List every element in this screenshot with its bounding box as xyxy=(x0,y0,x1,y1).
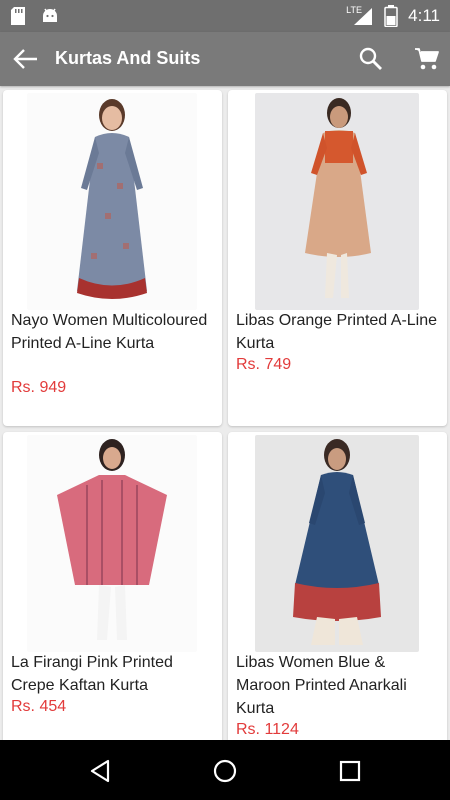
back-nav-icon[interactable] xyxy=(86,757,114,785)
product-card[interactable]: La Firangi Pink Printed Crepe Kaftan Kur… xyxy=(3,432,222,740)
product-name[interactable]: Libas Women Blue & Maroon Printed Anarka… xyxy=(236,651,439,720)
page-title: Kurtas And Suits xyxy=(55,48,201,68)
back-arrow-icon[interactable] xyxy=(12,45,40,73)
sd-card-icon xyxy=(11,7,25,25)
product-name[interactable]: Libas Orange Printed A-Line Kurta xyxy=(236,309,439,355)
product-price: Rs. 1124 xyxy=(236,721,299,738)
product-image[interactable] xyxy=(27,435,197,652)
clock: 4:11 xyxy=(408,6,440,25)
status-bar: LTE 4:11 xyxy=(0,0,450,32)
product-image[interactable] xyxy=(255,435,419,652)
cart-icon[interactable] xyxy=(414,46,440,72)
product-image[interactable] xyxy=(27,93,197,310)
product-name[interactable]: La Firangi Pink Printed Crepe Kaftan Kur… xyxy=(11,651,214,697)
product-grid: Nayo Women Multicoloured Printed A-Line … xyxy=(0,86,450,740)
product-card[interactable]: Nayo Women Multicoloured Printed A-Line … xyxy=(3,90,222,426)
search-icon[interactable] xyxy=(358,46,384,72)
product-price: Rs. 949 xyxy=(11,379,67,396)
product-price: Rs. 454 xyxy=(11,698,67,715)
signal-icon: LTE xyxy=(346,5,374,26)
android-icon xyxy=(43,8,57,22)
recents-nav-icon[interactable] xyxy=(336,757,364,785)
home-nav-icon[interactable] xyxy=(211,757,239,785)
navigation-bar xyxy=(0,740,450,800)
product-name[interactable]: Nayo Women Multicoloured Printed A-Line … xyxy=(11,309,214,355)
battery-icon xyxy=(384,5,398,27)
product-price: Rs. 749 xyxy=(236,356,292,373)
product-image[interactable] xyxy=(255,93,419,310)
app-bar: Kurtas And Suits xyxy=(0,32,450,86)
product-card[interactable]: Libas Orange Printed A-Line Kurta Rs. 74… xyxy=(228,90,447,426)
product-card[interactable]: Libas Women Blue & Maroon Printed Anarka… xyxy=(228,432,447,740)
